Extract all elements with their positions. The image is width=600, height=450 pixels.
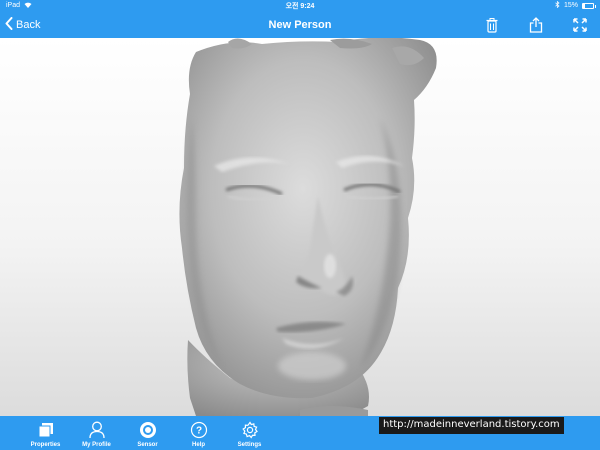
- tab-settings[interactable]: Settings: [224, 416, 275, 450]
- fullscreen-icon[interactable]: [572, 17, 588, 33]
- trash-icon[interactable]: [484, 17, 500, 33]
- tab-label: My Profile: [82, 442, 111, 448]
- status-bar: iPad 오전 9:24 15%: [0, 0, 600, 11]
- 3d-viewport[interactable]: [0, 38, 600, 416]
- bluetooth-icon: [555, 0, 560, 10]
- tab-my-profile[interactable]: My Profile: [71, 416, 122, 450]
- nav-bar: Back New Person: [0, 11, 600, 38]
- gear-icon: [241, 421, 259, 439]
- tab-label: Properties: [30, 442, 61, 448]
- profile-icon: [88, 421, 106, 439]
- tab-properties[interactable]: Properties: [20, 416, 71, 450]
- sensor-icon: [139, 421, 157, 439]
- status-time: 오전 9:24: [285, 2, 315, 10]
- face-scan-mesh: [179, 38, 437, 416]
- wifi-icon: [24, 2, 32, 10]
- help-icon: ?: [190, 421, 208, 439]
- nav-actions: [484, 14, 588, 36]
- tab-label: Settings: [237, 442, 262, 448]
- battery-percent: 15%: [563, 2, 578, 9]
- properties-icon: [37, 421, 55, 439]
- back-label: Back: [16, 19, 41, 31]
- tab-label: Help: [191, 442, 205, 448]
- chevron-left-icon: [5, 17, 13, 33]
- share-icon[interactable]: [528, 17, 544, 33]
- status-right: 15%: [555, 0, 596, 10]
- battery-icon: [582, 2, 596, 9]
- tab-label: Sensor: [137, 442, 158, 448]
- back-button[interactable]: Back: [5, 15, 40, 35]
- svg-text:?: ?: [195, 426, 201, 437]
- watermark-url: http://madeinneverland.tistory.com: [379, 417, 564, 434]
- status-left: iPad: [6, 2, 32, 10]
- tab-help[interactable]: ? Help: [173, 416, 224, 450]
- tab-sensor[interactable]: Sensor: [122, 416, 173, 450]
- carrier-label: iPad: [6, 2, 21, 9]
